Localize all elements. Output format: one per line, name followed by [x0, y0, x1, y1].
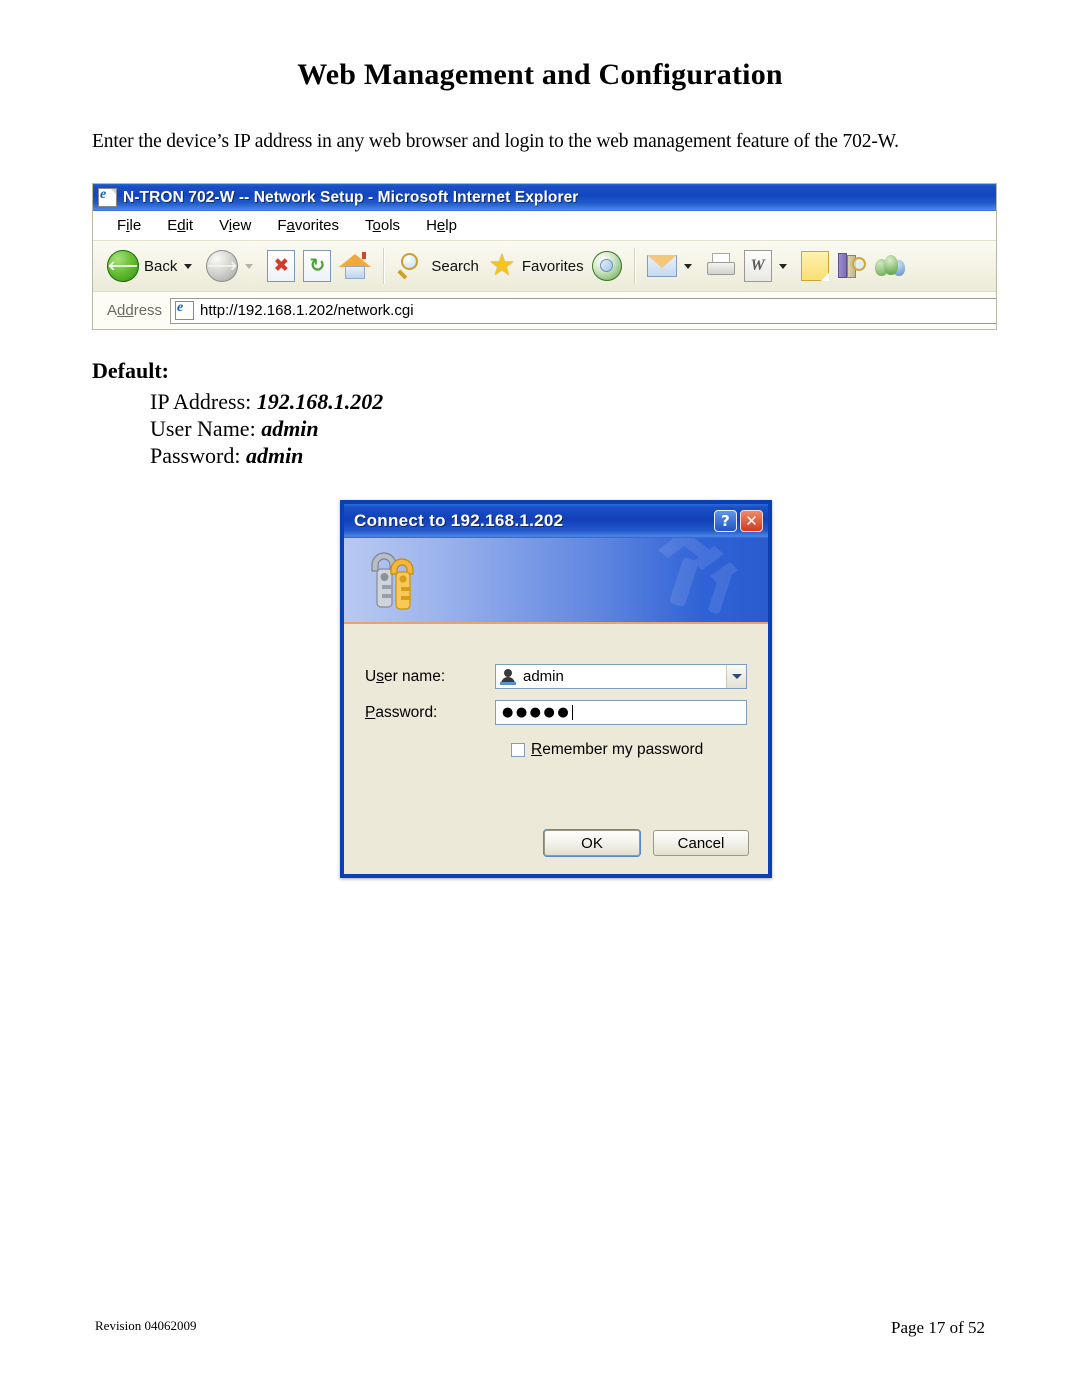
address-url-text: http://192.168.1.202/network.cgi — [200, 302, 414, 319]
ie-page-icon — [98, 187, 117, 207]
notes-icon — [800, 251, 829, 281]
password-input[interactable]: ●●●●● — [495, 700, 747, 725]
back-button-label: Back — [144, 257, 178, 275]
dialog-body: User name: admin Password: ●●●●● Remembe… — [344, 624, 768, 874]
password-label: Password: — [365, 703, 438, 721]
address-input[interactable]: http://192.168.1.202/network.cgi — [170, 297, 996, 324]
favorites-button[interactable]: ★ Favorites — [483, 244, 588, 288]
browser-toolbar: ⟵ Back ⟶ ✖ ↻ Search ★ Favorites W — [93, 241, 996, 292]
default-credentials-list: IP Address: 192.168.1.202 User Name: adm… — [150, 388, 383, 469]
default-username-row: User Name: admin — [150, 415, 383, 442]
mail-caret-icon[interactable] — [683, 263, 692, 269]
home-icon — [339, 251, 372, 281]
password-field-row: Password: ●●●●● — [365, 700, 747, 725]
dialog-banner — [344, 538, 768, 624]
refresh-icon: ↻ — [303, 250, 332, 282]
key-watermark-icon — [658, 538, 738, 614]
remember-password-checkbox[interactable] — [511, 743, 525, 757]
browser-menubar: File Edit View Favorites Tools Help — [93, 211, 996, 241]
close-icon[interactable]: ✕ — [740, 510, 763, 532]
person-icon — [500, 668, 516, 685]
default-username-value: admin — [261, 416, 319, 441]
default-password-label: Password: — [150, 443, 241, 468]
edit-word-icon: W — [743, 250, 772, 282]
default-password-value: admin — [245, 443, 304, 468]
menu-item-favorites[interactable]: Favorites — [277, 217, 339, 234]
dialog-title: Connect to 192.168.1.202 — [354, 511, 564, 530]
edit-caret-icon[interactable] — [778, 263, 787, 269]
username-field-row: User name: admin — [365, 664, 747, 689]
cancel-button[interactable]: Cancel — [653, 830, 749, 856]
menu-item-tools[interactable]: Tools — [365, 217, 400, 234]
address-ie-icon — [175, 300, 195, 320]
forward-history-caret-icon[interactable] — [245, 263, 254, 269]
page-title: Web Management and Configuration — [297, 58, 783, 91]
dialog-button-row: OK Cancel — [544, 830, 749, 856]
help-button[interactable]: ? — [714, 510, 737, 532]
default-ip-label: IP Address: — [150, 389, 252, 414]
remember-password-label: Remember my password — [531, 741, 704, 758]
username-value: admin — [523, 668, 564, 685]
search-button-label: Search — [431, 257, 479, 275]
search-button[interactable]: Search — [392, 244, 483, 288]
ok-button[interactable]: OK — [544, 830, 640, 856]
refresh-button[interactable]: ↻ — [299, 244, 335, 288]
stop-icon: ✖ — [267, 250, 296, 282]
chevron-down-icon[interactable] — [726, 665, 746, 688]
default-ip-row: IP Address: 192.168.1.202 — [150, 388, 383, 415]
print-button[interactable] — [702, 244, 740, 288]
edit-button[interactable]: W — [740, 244, 797, 288]
connect-dialog-image: Connect to 192.168.1.202 ? ✕ User name: … — [340, 500, 772, 878]
text-caret — [572, 705, 574, 720]
default-username-label: User Name: — [150, 416, 256, 441]
research-icon — [837, 252, 867, 280]
back-button[interactable]: ⟵ Back — [103, 244, 202, 288]
default-heading: Default: — [92, 358, 169, 383]
intro-paragraph: Enter the device’s IP address in any web… — [92, 131, 899, 152]
page-number-label: Page 17 of 52 — [891, 1318, 985, 1337]
research-button[interactable] — [833, 244, 871, 288]
forward-arrow-icon: ⟶ — [206, 250, 239, 282]
password-value: ●●●●● — [502, 705, 572, 720]
media-button[interactable] — [588, 244, 626, 288]
messenger-icon — [874, 253, 905, 280]
revision-label: Revision 04062009 — [95, 1318, 197, 1333]
messenger-button[interactable] — [871, 244, 909, 288]
notes-button[interactable] — [797, 244, 833, 288]
stop-button[interactable]: ✖ — [263, 244, 299, 288]
browser-addressbar: Address http://192.168.1.202/network.cgi — [93, 292, 996, 329]
default-ip-value: 192.168.1.202 — [256, 389, 384, 414]
dialog-titlebar: Connect to 192.168.1.202 ? ✕ — [344, 504, 768, 538]
page-footer: Revision 04062009 Page 17 of 52 — [95, 1318, 985, 1338]
username-input[interactable]: admin — [495, 664, 747, 689]
forward-button[interactable]: ⟶ — [202, 244, 263, 288]
menu-item-edit[interactable]: Edit — [167, 217, 193, 234]
username-label: User name: — [365, 667, 446, 685]
back-history-caret-icon[interactable] — [184, 263, 193, 269]
menu-item-view[interactable]: View — [219, 217, 251, 234]
menu-item-file[interactable]: File — [117, 217, 141, 234]
mail-icon — [646, 255, 677, 277]
menu-item-help[interactable]: Help — [426, 217, 457, 234]
print-icon — [706, 253, 736, 279]
back-arrow-icon: ⟵ — [107, 250, 139, 282]
toolbar-separator — [383, 248, 385, 284]
media-icon — [591, 251, 622, 281]
browser-window-image: N-TRON 702-W -- Network Setup - Microsof… — [93, 184, 996, 329]
home-button[interactable] — [335, 244, 375, 288]
favorites-button-label: Favorites — [521, 257, 584, 275]
browser-titlebar: N-TRON 702-W -- Network Setup - Microsof… — [93, 184, 996, 211]
default-password-row: Password: admin — [150, 442, 383, 469]
address-label: Address — [107, 302, 163, 319]
favorites-star-icon: ★ — [488, 248, 516, 283]
keys-icon — [371, 552, 414, 610]
toolbar-separator-2 — [633, 248, 635, 284]
browser-window-title: N-TRON 702-W -- Network Setup - Microsof… — [123, 188, 579, 206]
search-icon — [396, 251, 426, 281]
mail-button[interactable] — [643, 244, 702, 288]
remember-password-row[interactable]: Remember my password — [511, 741, 703, 759]
